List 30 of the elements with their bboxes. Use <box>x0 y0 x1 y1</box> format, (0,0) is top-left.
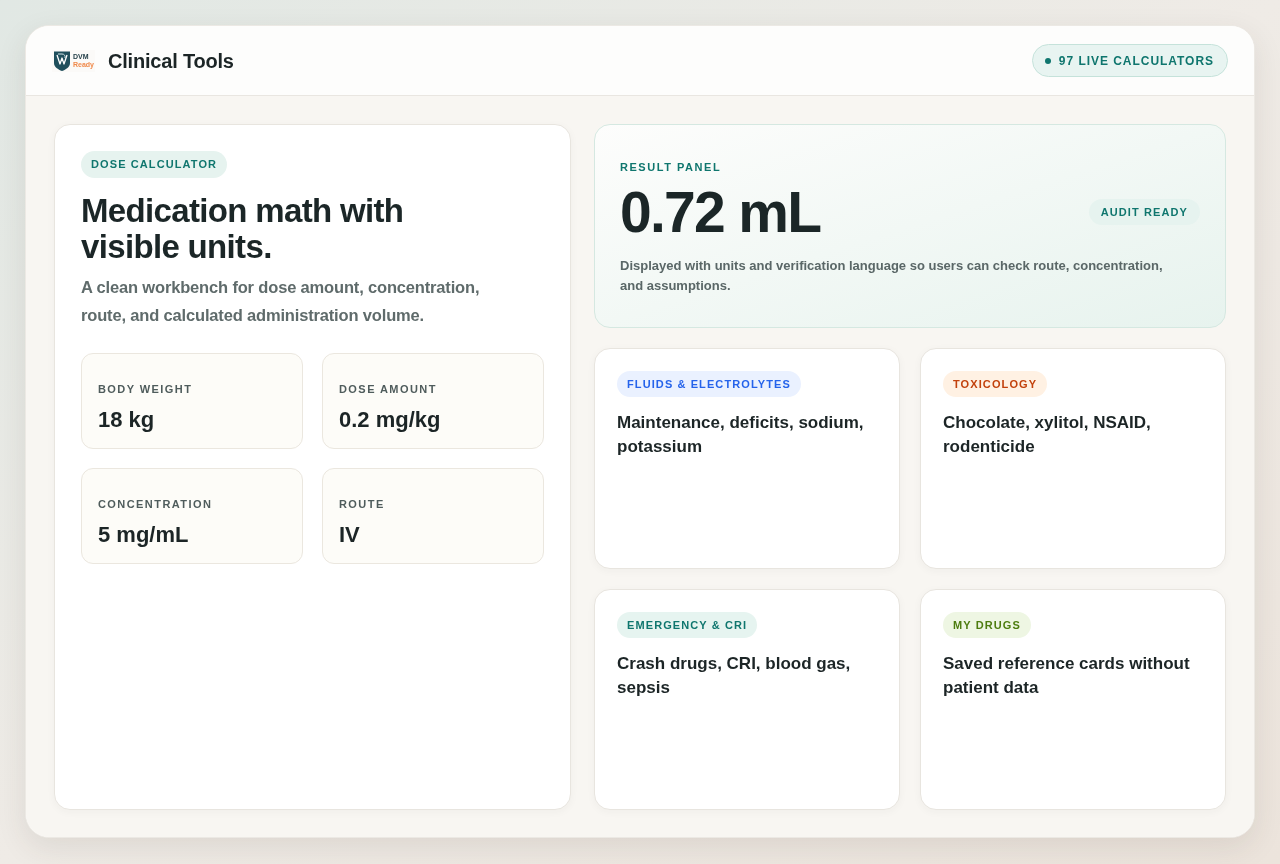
category-card[interactable]: FLUIDS & ELECTROLYTES Maintenance, deficits, sodium, potassium <box>594 348 900 569</box>
category-tag: EMERGENCY & CRI <box>617 612 758 639</box>
tile-label: BODY WEIGHT <box>98 382 194 396</box>
card-description: A clean workbench for dose amount, concentration, route, and calculated administration volume. <box>81 277 481 326</box>
section-tag: DOSE CALCULATOR <box>81 151 228 178</box>
category-description: Chocolate, xylitol, NSAID, rodenticide <box>943 412 1152 459</box>
tile-label: ROUTE <box>339 497 386 511</box>
category-description: Crash drugs, CRI, blood gas, sepsis <box>617 653 852 700</box>
card-heading: Medication math with visible units. <box>81 193 405 265</box>
tile-value: 5 mg/mL <box>98 522 190 548</box>
audit-badge: AUDIT READY <box>1088 199 1200 225</box>
category-card[interactable]: EMERGENCY & CRI Crash drugs, CRI, blood gas, sepsis <box>594 589 900 810</box>
category-card[interactable]: MY DRUGS Saved reference cards without patient data <box>920 589 1226 810</box>
status-dot-icon <box>1044 57 1051 64</box>
result-value: 0.72 mL <box>620 182 821 242</box>
category-tag: TOXICOLOGY <box>943 371 1048 398</box>
tile-label: CONCENTRATION <box>98 497 214 511</box>
category-description: Maintenance, deficits, sodium, potassium <box>617 412 865 459</box>
category-tag: MY DRUGS <box>943 612 1031 639</box>
category-description: Saved reference cards without patient data <box>943 653 1191 700</box>
tile-label: DOSE AMOUNT <box>339 382 438 396</box>
category-card[interactable]: TOXICOLOGY Chocolate, xylitol, NSAID, rodenticide <box>920 348 1226 569</box>
result-note: Displayed with units and verification language so users can check route, concentration, and assumptions. <box>620 257 1164 295</box>
panel-label: RESULT PANEL <box>620 160 723 174</box>
tile-value: 18 kg <box>98 407 156 433</box>
tile-value: IV <box>339 522 361 548</box>
category-tag: FLUIDS & ELECTROLYTES <box>617 371 801 398</box>
app-title: Clinical Tools <box>108 48 234 74</box>
status-text: 97 LIVE CALCULATORS <box>1058 52 1214 70</box>
tile-value: 0.2 mg/kg <box>339 407 442 433</box>
